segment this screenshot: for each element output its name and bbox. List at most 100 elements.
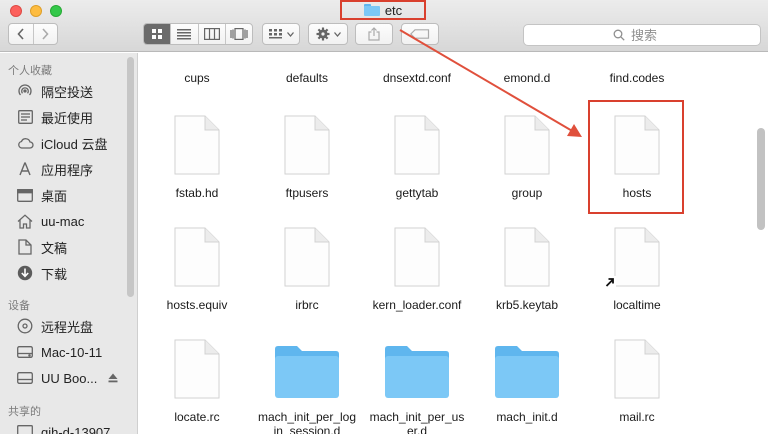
file-item[interactable]: kern_loader.conf: [362, 227, 472, 312]
file-name: cups: [184, 71, 210, 85]
file-name: fstab.hd: [175, 186, 219, 200]
file-item[interactable]: mach_init_per_log in_session.d: [252, 339, 362, 434]
home-icon: [16, 212, 34, 230]
search-field[interactable]: [523, 24, 761, 46]
sidebar-item-label: 下载: [41, 266, 68, 282]
documents-icon: [16, 238, 34, 256]
column-view-icon: [203, 28, 220, 40]
file-name: localtime: [613, 298, 661, 312]
file-item[interactable]: mach_init_per_us er.d: [362, 339, 472, 434]
document-icon: [504, 227, 550, 287]
sidebar-item-label: uu-mac: [41, 213, 85, 229]
arrange-grid-icon: [268, 29, 282, 39]
file-item[interactable]: mail.rc: [582, 339, 692, 424]
sidebar-item-applications[interactable]: 应用程序: [16, 158, 128, 180]
file-item[interactable]: ftpusers: [252, 115, 362, 200]
eject-icon[interactable]: [108, 371, 118, 386]
sidebar-item-mac-disk[interactable]: Mac-10-11: [16, 341, 128, 363]
file-item[interactable]: emond.d: [472, 71, 582, 85]
sidebar: 个人收藏 隔空投送 最近使用 iCloud 云盘 应用程序 桌面 uu-mac …: [0, 53, 138, 434]
external-disk-icon: [16, 369, 34, 387]
file-item[interactable]: dnsextd.conf: [362, 71, 472, 85]
document-icon: [174, 339, 220, 399]
share-button[interactable]: [355, 23, 393, 45]
sidebar-item-recents[interactable]: 最近使用: [16, 106, 128, 128]
file-item[interactable]: hosts.equiv: [142, 227, 252, 312]
document-icon: [614, 339, 660, 399]
document-icon: [614, 227, 660, 287]
minimize-window-button[interactable]: [30, 5, 42, 17]
sidebar-item-label: 隔空投送: [41, 84, 94, 100]
alias-arrow-icon: [604, 276, 616, 288]
cover-flow-button[interactable]: [224, 24, 252, 44]
document-icon: [174, 227, 220, 287]
document-icon: [394, 115, 440, 175]
recents-icon: [16, 108, 34, 126]
file-item[interactable]: mach_init.d: [472, 339, 582, 424]
sidebar-item-label: Mac-10-11: [41, 344, 103, 360]
file-item[interactable]: irbrc: [252, 227, 362, 312]
sidebar-item-shared-computer[interactable]: qih-d-13907: [16, 421, 128, 434]
main-scrollbar[interactable]: [757, 128, 765, 230]
file-item[interactable]: localtime: [582, 227, 692, 312]
file-name: mach_init_per_log in_session.d: [257, 410, 357, 434]
sidebar-item-downloads[interactable]: 下载: [16, 262, 128, 284]
file-item[interactable]: fstab.hd: [142, 115, 252, 200]
window-controls: [10, 5, 62, 17]
file-name: ftpusers: [285, 186, 329, 200]
arrange-button[interactable]: [262, 23, 300, 45]
forward-button[interactable]: [32, 24, 58, 44]
file-name: emond.d: [503, 71, 551, 85]
column-view-button[interactable]: [197, 24, 225, 44]
file-item[interactable]: defaults: [252, 71, 362, 85]
sidebar-item-label: UU Boo...: [41, 370, 98, 386]
share-icon: [368, 27, 380, 41]
devices-header: 设备: [8, 300, 30, 312]
file-name: gettytab: [395, 186, 439, 200]
window-title: etc: [340, 0, 426, 20]
tag-icon: [410, 29, 430, 39]
file-name: hosts.equiv: [166, 298, 228, 312]
computer-icon: [16, 423, 34, 434]
shared-header: 共享的: [8, 406, 41, 418]
sidebar-item-label: 应用程序: [41, 162, 94, 178]
sidebar-item-desktop[interactable]: 桌面: [16, 184, 128, 206]
action-menu-button[interactable]: [308, 23, 348, 45]
file-name: group: [511, 186, 543, 200]
sidebar-item-label: iCloud 云盘: [41, 136, 108, 152]
document-icon: [284, 227, 330, 287]
icon-view-button[interactable]: [144, 24, 171, 44]
sidebar-item-icloud[interactable]: iCloud 云盘: [16, 132, 128, 154]
file-name: find.codes: [609, 71, 665, 85]
sidebar-item-label: qih-d-13907: [41, 424, 111, 434]
sidebar-item-label: 文稿: [41, 240, 68, 256]
file-item[interactable]: find.codes: [582, 71, 692, 85]
back-button[interactable]: [9, 24, 33, 44]
magnifier-icon: [613, 29, 625, 41]
window-title-text: etc: [384, 2, 403, 18]
folder-icon: [385, 346, 449, 398]
sidebar-item-uu-boot[interactable]: UU Boo...: [16, 367, 128, 389]
sidebar-item-documents[interactable]: 文稿: [16, 236, 128, 258]
sidebar-scrollbar[interactable]: [127, 57, 134, 297]
sidebar-item-home[interactable]: uu-mac: [16, 210, 128, 232]
file-item[interactable]: gettytab: [362, 115, 472, 200]
hosts-highlight-box: [588, 100, 684, 214]
list-view-button[interactable]: [170, 24, 197, 44]
file-item[interactable]: locate.rc: [142, 339, 252, 424]
file-item[interactable]: krb5.keytab: [472, 227, 582, 312]
disc-icon: [16, 317, 34, 335]
file-name: dnsextd.conf: [382, 71, 452, 85]
file-name: mail.rc: [619, 410, 655, 424]
tag-button[interactable]: [401, 23, 439, 45]
file-item[interactable]: cups: [142, 71, 252, 85]
file-item[interactable]: group: [472, 115, 582, 200]
fullscreen-window-button[interactable]: [50, 5, 62, 17]
sidebar-item-remote-disc[interactable]: 远程光盘: [16, 315, 128, 337]
sidebar-item-airdrop[interactable]: 隔空投送: [16, 80, 128, 102]
cover-flow-icon: [230, 28, 248, 40]
gear-icon: [316, 27, 329, 41]
close-window-button[interactable]: [10, 5, 22, 17]
file-name: krb5.keytab: [495, 298, 559, 312]
search-input[interactable]: [631, 27, 671, 43]
